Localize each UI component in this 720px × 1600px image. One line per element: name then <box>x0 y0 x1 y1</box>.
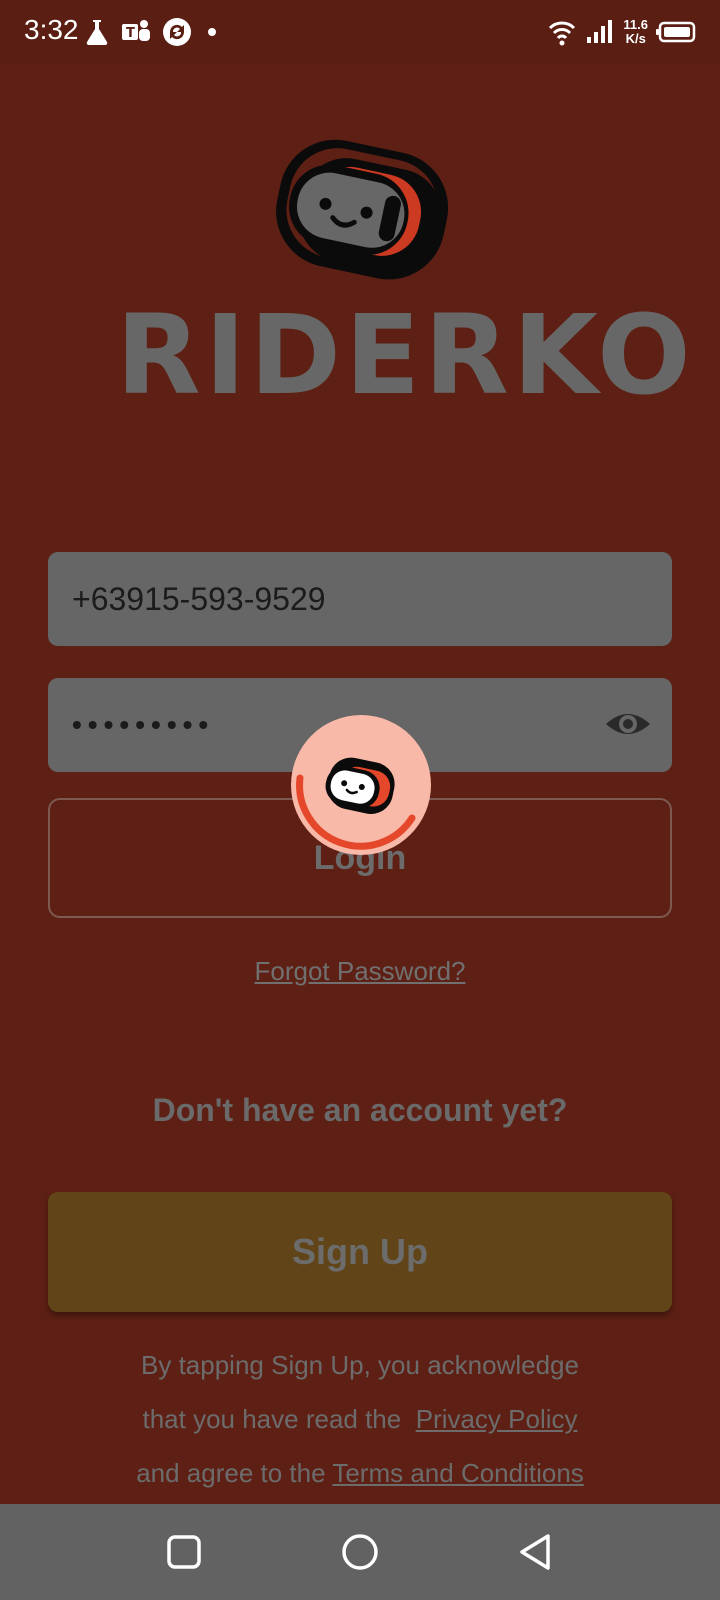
flask-icon <box>86 20 108 46</box>
phone-value: +63915-593-9529 <box>72 580 326 617</box>
status-bar: 3:32 T 11.6 K/s <box>0 0 720 64</box>
recents-icon[interactable] <box>164 1532 204 1572</box>
system-nav-bar <box>0 1504 720 1600</box>
status-time: 3:32 <box>24 14 79 45</box>
wifi-icon <box>549 21 576 46</box>
system-icons: 11.6 K/s <box>547 14 696 50</box>
home-icon[interactable] <box>340 1532 380 1572</box>
svg-text:T: T <box>126 26 135 41</box>
loading-spinner <box>290 714 432 856</box>
terms-link[interactable]: Terms and Conditions <box>332 1458 583 1488</box>
legal-line-2-prefix: that you have read the <box>142 1404 402 1434</box>
privacy-policy-link[interactable]: Privacy Policy <box>416 1404 578 1434</box>
eye-icon[interactable] <box>604 704 652 744</box>
legal-line-3: and agree to the Terms and Conditions <box>0 1458 720 1489</box>
signup-prompt: Don't have an account yet? <box>152 1092 568 1128</box>
forgot-password-link[interactable]: Forgot Password? <box>0 956 720 987</box>
battery-icon <box>656 21 696 43</box>
brand-wordmark: RIDERKO <box>116 291 695 419</box>
net-speed: 11.6 K/s <box>623 18 648 46</box>
sync-icon <box>163 18 191 46</box>
dot-icon <box>208 28 216 36</box>
back-icon[interactable] <box>516 1532 556 1572</box>
legal-line-2: that you have read the Privacy Policy <box>0 1404 720 1435</box>
signal-icon <box>587 20 613 43</box>
legal-line-1: By tapping Sign Up, you acknowledge <box>141 1350 579 1380</box>
signup-button-label: Sign Up <box>292 1231 428 1272</box>
loading-spinner-graphic <box>291 715 431 855</box>
phone-input[interactable]: +63915-593-9529 <box>48 552 672 646</box>
notification-icons: T <box>84 16 222 48</box>
signup-button[interactable]: Sign Up <box>48 1192 672 1312</box>
logo-mascot-icon <box>276 139 449 280</box>
password-value: ••••••••• <box>72 709 215 740</box>
net-speed-value: 11.6 <box>623 17 648 32</box>
legal-line-3-prefix: and agree to the <box>136 1458 326 1488</box>
net-speed-unit: K/s <box>625 31 646 46</box>
teams-icon: T <box>122 20 150 41</box>
